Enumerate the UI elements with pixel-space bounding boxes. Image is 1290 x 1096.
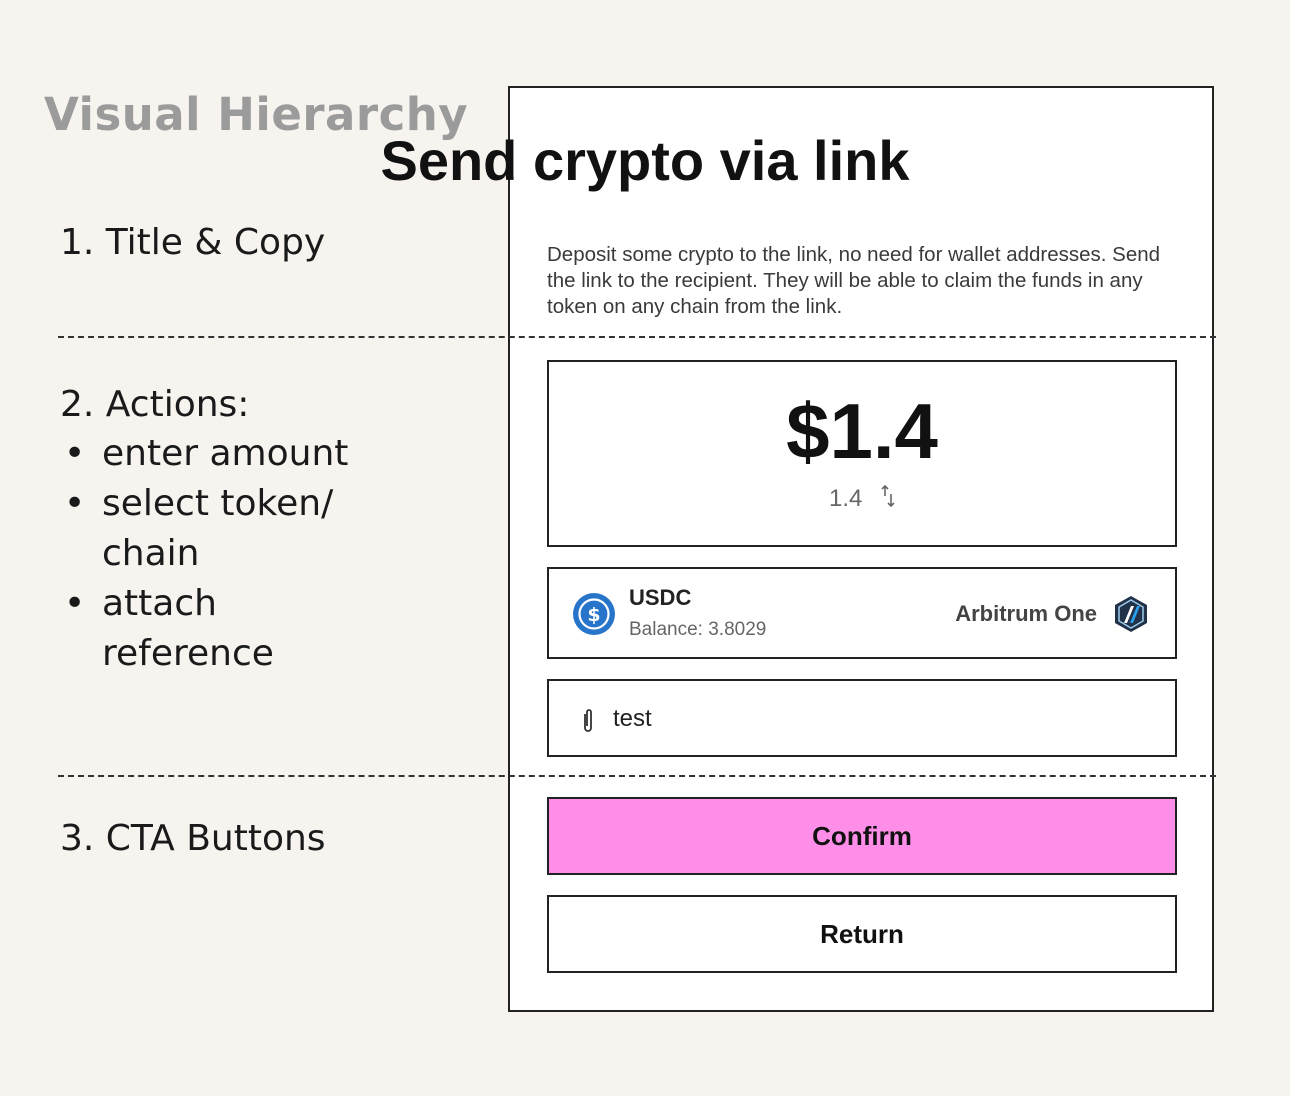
token-amount: 1.4 [828,484,863,512]
paperclip-icon [584,709,592,732]
card-description: Deposit some crypto to the link, no need… [547,243,1161,318]
svg-text:$: $ [587,604,600,626]
annotation-list-item: • select token/ chain [60,479,390,579]
annotation-cta-buttons: 3. CTA Buttons [60,818,326,859]
token-amount-row: 1.4 [549,484,1175,515]
swap-vertical-icon[interactable] [881,484,895,515]
chain-name: Arbitrum One [955,601,1097,626]
bullet: • [64,433,86,474]
amount-input-box[interactable]: $1.4 1.4 [547,360,1177,547]
annotation-item-text: enter amount [102,433,349,474]
reference-input[interactable] [613,699,1133,739]
section-divider [58,775,1216,777]
annotation-list-item: • attach reference [60,579,390,679]
annotation-actions: 2. Actions: [60,384,250,425]
card-title: Send crypto via link [380,129,910,192]
bullet: • [64,483,86,524]
annotation-list-item: • enter amount [60,429,390,479]
bullet: • [64,583,86,624]
annotation-item-text: select token/ chain [102,483,334,574]
token-balance: Balance: 3.8029 [629,619,767,640]
arbitrum-icon [1115,596,1147,632]
return-button[interactable]: Return [547,895,1177,973]
annotation-item-text: attach reference [102,583,274,674]
confirm-button[interactable]: Confirm [547,797,1177,875]
token-chain-selector[interactable]: $ USDC Balance: 3.8029 Arbitrum One [547,567,1177,659]
reference-input-box[interactable] [547,679,1177,757]
section-divider [58,336,1216,338]
amount-value[interactable]: $1.4 [549,386,1175,477]
token-symbol: USDC [629,585,692,610]
usdc-icon: $ [573,593,615,635]
annotation-actions-list: • enter amount • select token/ chain • a… [60,429,390,679]
annotation-title-copy: 1. Title & Copy [60,222,326,263]
